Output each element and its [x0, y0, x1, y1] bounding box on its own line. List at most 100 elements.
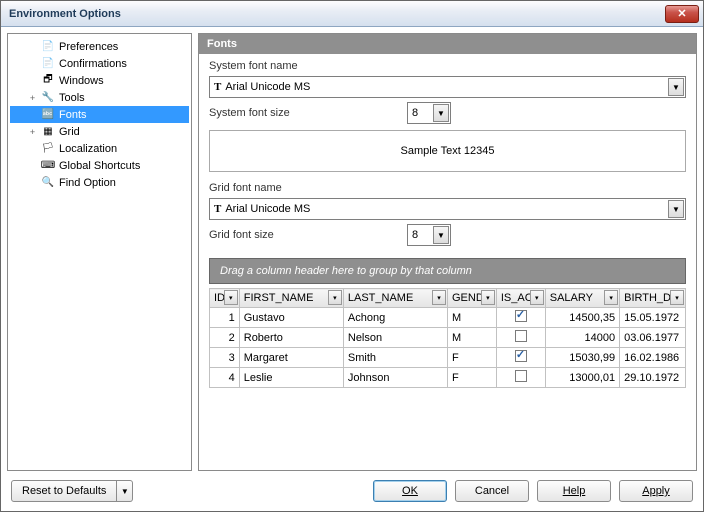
tree-item-windows[interactable]: 🗗Windows: [10, 72, 189, 89]
tree-label: Find Option: [59, 177, 116, 189]
col-header-salary[interactable]: SALARY ▾: [545, 289, 619, 308]
reset-defaults-button[interactable]: Reset to Defaults: [11, 480, 117, 502]
col-label: IS_AC: [501, 292, 533, 304]
cell: 15030,99: [545, 348, 619, 368]
col-label: SALARY: [550, 292, 593, 304]
cell: 16.02.1986: [620, 348, 686, 368]
checkbox[interactable]: [515, 310, 527, 322]
cell: M: [448, 328, 497, 348]
cancel-button[interactable]: Cancel: [455, 480, 529, 502]
sample-box: Sample Text 12345: [209, 130, 686, 172]
label-sys-font-name: System font name: [209, 60, 686, 72]
tree-icon: 🔧: [41, 91, 55, 105]
tree-item-grid[interactable]: +▦Grid: [10, 123, 189, 140]
sample-text: Sample Text 12345: [401, 145, 495, 157]
cell: F: [448, 348, 497, 368]
checkbox[interactable]: [515, 350, 527, 362]
grid-font-size-combo[interactable]: 8 ▼: [407, 224, 451, 246]
tree-item-fonts[interactable]: 🔤Fonts: [10, 106, 189, 123]
cell: Nelson: [343, 328, 447, 348]
chevron-down-icon[interactable]: ▼: [433, 104, 449, 122]
tree-icon: 📄: [41, 40, 55, 54]
table-row[interactable]: 4LeslieJohnsonF13000,0129.10.1972: [210, 368, 686, 388]
grid-font-name-combo[interactable]: T Arial Unicode MS ▼: [209, 198, 686, 220]
table-row[interactable]: 1GustavoAchongM14500,3515.05.1972: [210, 308, 686, 328]
chevron-down-icon[interactable]: ▾: [604, 290, 618, 305]
cell: F: [448, 368, 497, 388]
tree-item-global-shortcuts[interactable]: ⌨ Global Shortcuts: [10, 157, 189, 174]
chevron-down-icon[interactable]: ▾: [481, 290, 495, 305]
checkbox[interactable]: [515, 330, 527, 342]
tree-icon: 📄: [41, 57, 55, 71]
sys-font-name-combo[interactable]: T Arial Unicode MS ▼: [209, 76, 686, 98]
close-button[interactable]: ✕: [665, 5, 699, 23]
cell: 15.05.1972: [620, 308, 686, 328]
expand-icon[interactable]: +: [28, 127, 37, 137]
cell: 1: [210, 308, 240, 328]
tree-item-tools[interactable]: + 🔧 Tools: [10, 89, 189, 106]
ok-button[interactable]: OK: [373, 480, 447, 502]
chevron-down-icon[interactable]: ▾: [328, 290, 342, 305]
chevron-down-icon[interactable]: ▾: [224, 290, 238, 305]
reset-defaults-split[interactable]: Reset to Defaults ▼: [11, 480, 133, 502]
tree-item-find-option[interactable]: 🔍Find Option: [10, 174, 189, 191]
tree-icon: 🗗: [41, 74, 55, 88]
cell: Roberto: [239, 328, 343, 348]
table-row[interactable]: 2RobertoNelsonM1400003.06.1977: [210, 328, 686, 348]
chevron-down-icon[interactable]: ▼: [117, 480, 133, 502]
tree-label: Preferences: [59, 41, 118, 53]
tree-label: Confirmations: [59, 58, 127, 70]
tree-item-localization[interactable]: 🏳Localization: [10, 140, 189, 157]
tree-icon: ⌨: [41, 159, 55, 173]
data-grid[interactable]: ID▾FIRST_NAME▾LAST_NAME▾GEND▾IS_AC▾SALAR…: [209, 288, 686, 388]
grid-font-size-value: 8: [412, 229, 418, 241]
tree-item-preferences[interactable]: 📄 Preferences: [10, 38, 189, 55]
col-header-is_ac[interactable]: IS_AC▾: [496, 289, 545, 308]
cell: M: [448, 308, 497, 328]
cell: 4: [210, 368, 240, 388]
window-title: Environment Options: [9, 8, 121, 20]
col-header-id[interactable]: ID▾: [210, 289, 240, 308]
grid-font-name-value: Arial Unicode MS: [225, 203, 310, 215]
tree-label: Grid: [59, 126, 80, 138]
cell: Margaret: [239, 348, 343, 368]
cell: 14000: [545, 328, 619, 348]
nav-tree[interactable]: 📄 Preferences 📄 Confirmations 🗗Windows + 🔧 Tool…: [7, 33, 192, 471]
chevron-down-icon[interactable]: ▼: [433, 226, 449, 244]
font-icon: T: [214, 203, 221, 215]
section-title: Fonts: [199, 34, 696, 54]
checkbox[interactable]: [515, 370, 527, 382]
group-by-bar[interactable]: Drag a column header here to group by th…: [209, 258, 686, 284]
sys-font-name-value: Arial Unicode MS: [225, 81, 310, 93]
chevron-down-icon[interactable]: ▼: [668, 200, 684, 218]
chevron-down-icon[interactable]: ▼: [668, 78, 684, 96]
tree-label: Tools: [59, 92, 85, 104]
col-header-last_name[interactable]: LAST_NAME▾: [343, 289, 447, 308]
col-header-gend[interactable]: GEND▾: [448, 289, 497, 308]
help-button[interactable]: Help: [537, 480, 611, 502]
title-bar: Environment Options ✕: [1, 1, 703, 27]
chevron-down-icon[interactable]: ▾: [670, 290, 684, 305]
sys-font-size-value: 8: [412, 107, 418, 119]
chevron-down-icon[interactable]: ▾: [530, 290, 544, 305]
cell: 2: [210, 328, 240, 348]
cell: Achong: [343, 308, 447, 328]
col-header-birth_d[interactable]: BIRTH_D▾: [620, 289, 686, 308]
sys-font-size-combo[interactable]: 8 ▼: [407, 102, 451, 124]
content-panel: Fonts System font name T Arial Unicode M…: [198, 33, 697, 471]
expand-icon[interactable]: +: [28, 93, 37, 103]
tree-label: Global Shortcuts: [59, 160, 140, 172]
cell: [496, 348, 545, 368]
cell: [496, 308, 545, 328]
label-grid-font-size: Grid font size: [209, 229, 399, 241]
tree-icon: 🔤: [41, 108, 55, 122]
col-label: FIRST_NAME: [244, 292, 314, 304]
label-grid-font-name: Grid font name: [209, 182, 686, 194]
col-header-first_name[interactable]: FIRST_NAME ▾: [239, 289, 343, 308]
table-row[interactable]: 3MargaretSmithF15030,9916.02.1986: [210, 348, 686, 368]
cell: [496, 328, 545, 348]
chevron-down-icon[interactable]: ▾: [432, 290, 446, 305]
tree-label: Localization: [59, 143, 117, 155]
tree-item-confirmations[interactable]: 📄 Confirmations: [10, 55, 189, 72]
apply-button[interactable]: Apply: [619, 480, 693, 502]
